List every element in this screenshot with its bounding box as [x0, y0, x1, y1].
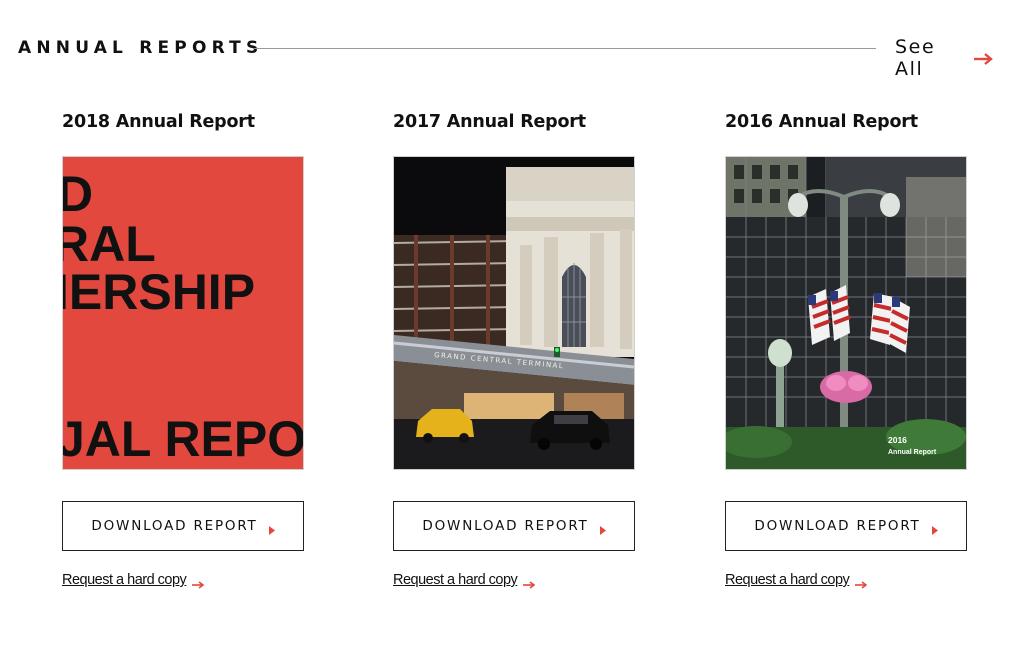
caret-right-icon: [599, 522, 606, 535]
request-hard-copy-link[interactable]: Request a hard copy: [62, 572, 205, 589]
report-cover-image[interactable]: GRAND CENTRAL TERMINAL: [393, 156, 635, 470]
arrow-right-icon: [523, 576, 536, 589]
cover-2016-graphic: 2016 Annual Report: [726, 157, 966, 469]
request-label: Request a hard copy: [62, 572, 187, 588]
request-hard-copy-link[interactable]: Request a hard copy: [725, 572, 868, 589]
see-all-label: See All: [895, 36, 936, 80]
download-label: DOWNLOAD REPORT: [422, 518, 589, 534]
cover-caption-text: Annual Report: [888, 449, 937, 456]
request-hard-copy-link[interactable]: Request a hard copy: [393, 572, 536, 589]
request-label: Request a hard copy: [725, 572, 850, 588]
download-label: DOWNLOAD REPORT: [91, 518, 258, 534]
download-report-button[interactable]: DOWNLOAD REPORT: [62, 501, 304, 551]
download-report-button[interactable]: DOWNLOAD REPORT: [393, 501, 635, 551]
arrow-right-icon: [855, 576, 868, 589]
header-divider: [254, 48, 876, 49]
caret-right-icon: [268, 522, 275, 535]
cover-caption-year: 2016: [888, 435, 907, 445]
cover-text-line: IERSHIP: [63, 264, 255, 320]
cover-text-line: D: [63, 166, 93, 222]
section-header: ANNUAL REPORTS See All: [18, 36, 993, 80]
report-card-2018: 2018 Annual Report D RAL IERSHIP JAL REP…: [62, 110, 304, 589]
report-cover-image[interactable]: 2016 Annual Report: [725, 156, 967, 470]
section-title: ANNUAL REPORTS: [18, 38, 264, 58]
caret-right-icon: [931, 522, 938, 535]
report-title: 2018 Annual Report: [62, 112, 255, 132]
report-card-2017: 2017 Annual Report GRAND CENTRAL TERMINA…: [393, 110, 635, 589]
report-title: 2016 Annual Report: [725, 112, 918, 132]
cover-2017-graphic: GRAND CENTRAL TERMINAL: [394, 157, 634, 469]
download-label: DOWNLOAD REPORT: [754, 518, 921, 534]
download-report-button[interactable]: DOWNLOAD REPORT: [725, 501, 967, 551]
cover-2018-graphic: D RAL IERSHIP JAL REPOR: [63, 157, 303, 469]
cover-text-line: JAL REPOR: [63, 411, 303, 467]
request-label: Request a hard copy: [393, 572, 518, 588]
report-card-2016: 2016 Annual Report 2016 Annual Report DO…: [725, 110, 967, 589]
arrow-right-icon: [192, 576, 205, 589]
report-title: 2017 Annual Report: [393, 112, 586, 132]
see-all-link[interactable]: See All: [895, 36, 993, 80]
report-cover-image[interactable]: D RAL IERSHIP JAL REPOR: [62, 156, 304, 470]
arrow-right-icon: [974, 52, 993, 65]
